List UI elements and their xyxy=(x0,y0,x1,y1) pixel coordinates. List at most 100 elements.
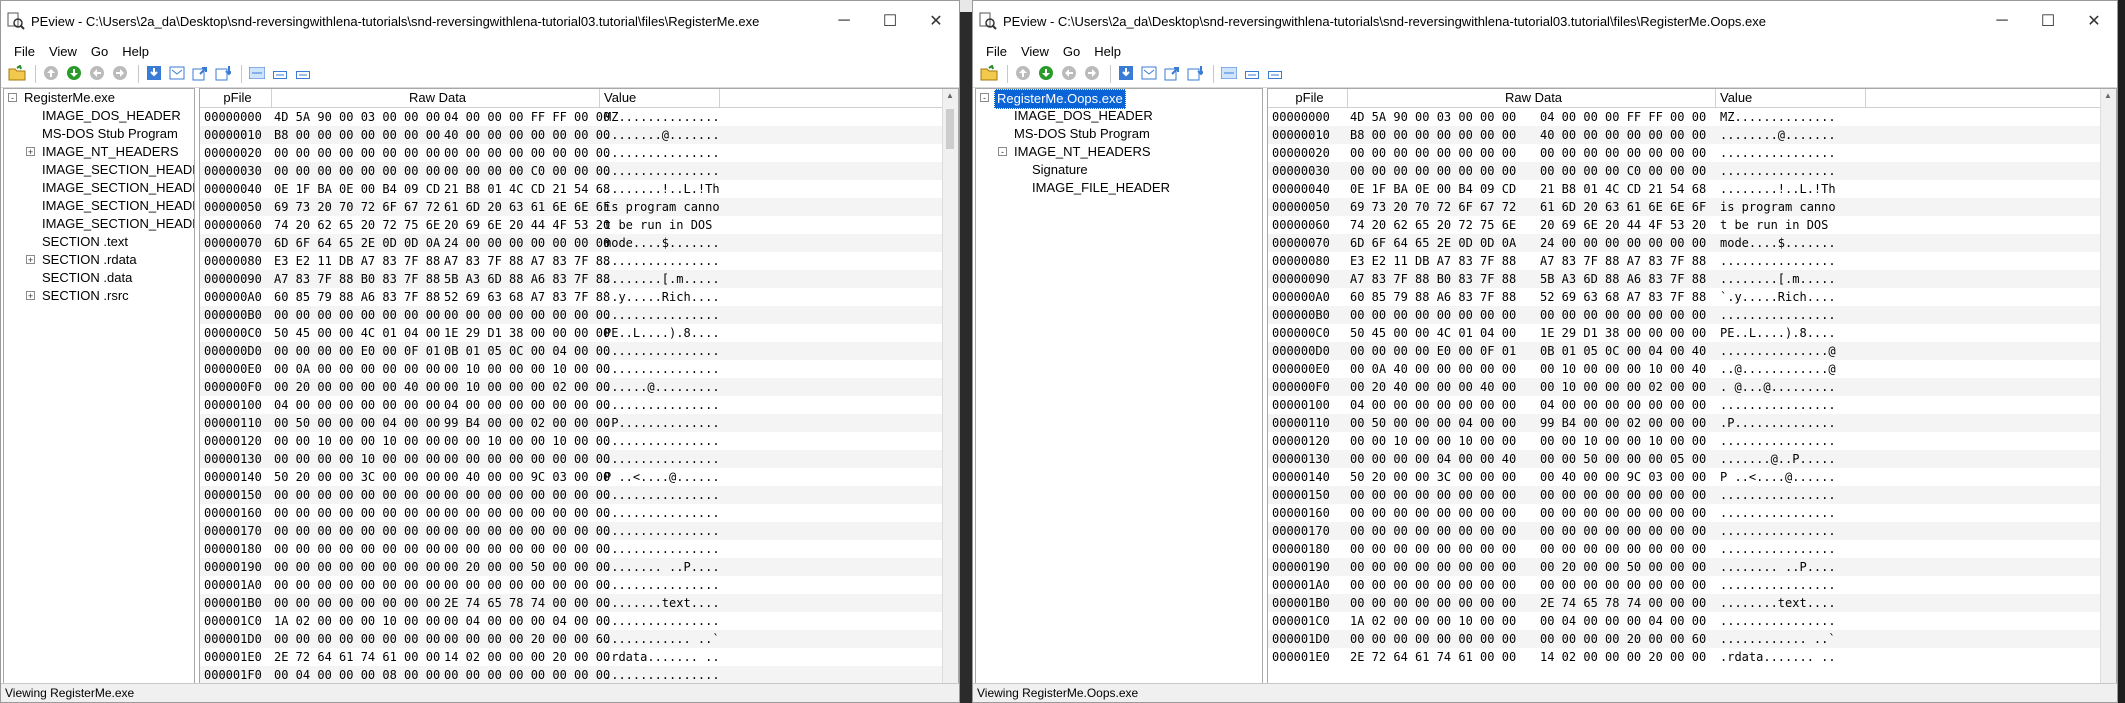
hex-row[interactable]: 00000120 00 00 10 00 00 10 00 00 00 00 10 … xyxy=(1268,432,2116,450)
col-raw-data[interactable]: Raw Data xyxy=(1348,89,1716,107)
hex-row[interactable]: 00000160 00 00 00 00 00 00 00 00 00 00 00 … xyxy=(1268,504,2116,522)
hex-row[interactable]: 00000100 04 00 00 00 00 00 00 00 04 00 00 … xyxy=(1268,396,2116,414)
hex-row[interactable]: 00000040 0E 1F BA 0E 00 B4 09 CD 21 B8 01 … xyxy=(200,180,958,198)
title-bar[interactable]: PEview - C:\Users\2a_da\Desktop\snd-reve… xyxy=(973,1,2117,41)
tree-item[interactable]: MS-DOS Stub Program xyxy=(4,125,194,143)
maximize-button[interactable]: ☐ xyxy=(867,1,913,41)
save-button[interactable] xyxy=(1116,64,1136,84)
up-button[interactable] xyxy=(1013,64,1033,84)
list-view-button[interactable] xyxy=(247,64,267,84)
forward-button[interactable] xyxy=(1082,64,1102,84)
hex-row[interactable]: 00000110 00 50 00 00 00 04 00 00 99 B4 00 … xyxy=(1268,414,2116,432)
hex-row[interactable]: 000000E0 00 0A 40 00 00 00 00 00 00 10 00 … xyxy=(1268,360,2116,378)
hex-row[interactable]: 00000180 00 00 00 00 00 00 00 00 00 00 00 … xyxy=(200,540,958,558)
tree-item[interactable]: + SECTION .rdata xyxy=(4,251,194,269)
hex-row[interactable]: 00000140 50 20 00 00 3C 00 00 00 00 40 00 … xyxy=(1268,468,2116,486)
menu-file[interactable]: File xyxy=(7,44,42,59)
hex-row[interactable]: 00000030 00 00 00 00 00 00 00 00 00 00 00 … xyxy=(1268,162,2116,180)
tree-item[interactable]: IMAGE_DOS_HEADER xyxy=(4,107,194,125)
hex-grid[interactable]: pFile Raw Data Value 00000000 4D 5A 90 00… xyxy=(1267,88,2117,702)
hex-row[interactable]: 000000B0 00 00 00 00 00 00 00 00 00 00 00 … xyxy=(200,306,958,324)
hex-row[interactable]: 00000020 00 00 00 00 00 00 00 00 00 00 00 … xyxy=(1268,144,2116,162)
down-button[interactable] xyxy=(64,64,84,84)
grid-vertical-scrollbar[interactable]: ▲ xyxy=(942,89,958,701)
tree-view[interactable]: - RegisterMe.Oops.exe IMAGE_DOS_HEADER MS-D… xyxy=(975,88,1263,702)
word-view-button[interactable] xyxy=(293,64,313,84)
hex-row[interactable]: 000001A0 00 00 00 00 00 00 00 00 00 00 00 … xyxy=(1268,576,2116,594)
collapse-icon[interactable]: - xyxy=(8,93,17,103)
hex-row[interactable]: 00000130 00 00 00 00 10 00 00 00 00 00 00 … xyxy=(200,450,958,468)
menu-go[interactable]: Go xyxy=(1056,44,1087,59)
tree-item[interactable]: IMAGE_SECTION_HEADER .data xyxy=(4,197,194,215)
open-button[interactable] xyxy=(979,63,999,84)
hex-row[interactable]: 00000090 A7 83 7F 88 B0 83 7F 88 5B A3 6D … xyxy=(200,270,958,288)
hex-row[interactable]: 00000070 6D 6F 64 65 2E 0D 0D 0A 24 00 00 … xyxy=(200,234,958,252)
tree-item[interactable]: - IMAGE_NT_HEADERS xyxy=(976,143,1262,161)
hex-row[interactable]: 000000D0 00 00 00 00 E0 00 0F 01 0B 01 05 … xyxy=(200,342,958,360)
byte-view-button[interactable] xyxy=(1242,64,1262,84)
hex-row[interactable]: 00000050 69 73 20 70 72 6F 67 72 61 6D 20 … xyxy=(1268,198,2116,216)
hex-row[interactable]: 00000100 04 00 00 00 00 00 00 00 04 00 00 … xyxy=(200,396,958,414)
tree-item[interactable]: - RegisterMe.Oops.exe xyxy=(976,89,1262,109)
hex-row[interactable]: 00000110 00 50 00 00 00 04 00 00 99 B4 00 … xyxy=(200,414,958,432)
word-view-button[interactable] xyxy=(1265,64,1285,84)
tree-item[interactable]: Signature xyxy=(976,161,1262,179)
expand-icon[interactable]: + xyxy=(26,255,35,265)
down-button[interactable] xyxy=(1036,64,1056,84)
hex-row[interactable]: 000000A0 60 85 79 88 A6 83 7F 88 52 69 63 … xyxy=(1268,288,2116,306)
hex-row[interactable]: 000000F0 00 20 00 00 00 00 40 00 00 10 00 … xyxy=(200,378,958,396)
open-button[interactable] xyxy=(7,63,27,84)
hex-row[interactable]: 000001E0 2E 72 64 61 74 61 00 00 14 02 00 … xyxy=(200,648,958,666)
hex-row[interactable]: 000000B0 00 00 00 00 00 00 00 00 00 00 00 … xyxy=(1268,306,2116,324)
hex-row[interactable]: 00000150 00 00 00 00 00 00 00 00 00 00 00 … xyxy=(1268,486,2116,504)
import-button[interactable] xyxy=(1185,64,1205,84)
col-pfile[interactable]: pFile xyxy=(200,89,272,107)
col-raw-data[interactable]: Raw Data xyxy=(272,89,600,107)
hex-row[interactable]: 00000180 00 00 00 00 00 00 00 00 00 00 00 … xyxy=(1268,540,2116,558)
hex-row[interactable]: 000001B0 00 00 00 00 00 00 00 00 2E 74 65 … xyxy=(200,594,958,612)
hex-row[interactable]: 000001E0 2E 72 64 61 74 61 00 00 14 02 00 … xyxy=(1268,648,2116,666)
back-button[interactable] xyxy=(1059,64,1079,84)
scroll-thumb[interactable] xyxy=(946,109,954,149)
menu-help[interactable]: Help xyxy=(1087,44,1128,59)
hex-row[interactable]: 000001B0 00 00 00 00 00 00 00 00 2E 74 65 … xyxy=(1268,594,2116,612)
hex-row[interactable]: 00000170 00 00 00 00 00 00 00 00 00 00 00 … xyxy=(1268,522,2116,540)
view-button[interactable] xyxy=(167,64,187,84)
collapse-icon[interactable]: - xyxy=(998,147,1007,157)
close-button[interactable]: ✕ xyxy=(2071,1,2117,41)
hex-row[interactable]: 00000050 69 73 20 70 72 6F 67 72 61 6D 20 … xyxy=(200,198,958,216)
tree-item[interactable]: MS-DOS Stub Program xyxy=(976,125,1262,143)
tree-item[interactable]: - RegisterMe.exe xyxy=(4,89,194,107)
collapse-icon[interactable]: - xyxy=(980,93,989,103)
hex-row[interactable]: 00000070 6D 6F 64 65 2E 0D 0D 0A 24 00 00 … xyxy=(1268,234,2116,252)
tree-item[interactable]: IMAGE_SECTION_HEADER .rdata xyxy=(4,179,194,197)
tree-item[interactable]: SECTION .text xyxy=(4,233,194,251)
hex-row[interactable]: 000000F0 00 20 40 00 00 00 40 00 00 10 00 … xyxy=(1268,378,2116,396)
col-value[interactable]: Value xyxy=(1716,89,1866,107)
tree-item[interactable]: + SECTION .rsrc xyxy=(4,287,194,305)
hex-row[interactable]: 000001A0 00 00 00 00 00 00 00 00 00 00 00 … xyxy=(200,576,958,594)
hex-row[interactable]: 000000C0 50 45 00 00 4C 01 04 00 1E 29 D1 … xyxy=(1268,324,2116,342)
close-button[interactable]: ✕ xyxy=(913,1,959,41)
hex-row[interactable]: 00000150 00 00 00 00 00 00 00 00 00 00 00 … xyxy=(200,486,958,504)
hex-row[interactable]: 00000010 B8 00 00 00 00 00 00 00 40 00 00 … xyxy=(200,126,958,144)
grid-vertical-scrollbar[interactable]: ▲ ▼ xyxy=(2100,89,2116,701)
hex-row[interactable]: 00000040 0E 1F BA 0E 00 B4 09 CD 21 B8 01 … xyxy=(1268,180,2116,198)
hex-row[interactable]: 000001C0 1A 02 00 00 00 10 00 00 00 04 00 … xyxy=(1268,612,2116,630)
menu-help[interactable]: Help xyxy=(115,44,156,59)
hex-row[interactable]: 00000170 00 00 00 00 00 00 00 00 00 00 00 … xyxy=(200,522,958,540)
tree-item[interactable]: IMAGE_SECTION_HEADER .rsrc xyxy=(4,215,194,233)
hex-row[interactable]: 00000000 4D 5A 90 00 03 00 00 00 04 00 00 … xyxy=(1268,108,2116,126)
hex-row[interactable]: 00000120 00 00 10 00 00 10 00 00 00 00 10 … xyxy=(200,432,958,450)
hex-grid[interactable]: pFile Raw Data Value 00000000 4D 5A 90 00… xyxy=(199,88,959,702)
hex-row[interactable]: 000000A0 60 85 79 88 A6 83 7F 88 52 69 63 … xyxy=(200,288,958,306)
hex-row[interactable]: 00000060 74 20 62 65 20 72 75 6E 20 69 6E … xyxy=(1268,216,2116,234)
hex-row[interactable]: 000001D0 00 00 00 00 00 00 00 00 00 00 00 … xyxy=(1268,630,2116,648)
menu-view[interactable]: View xyxy=(42,44,84,59)
view-button[interactable] xyxy=(1139,64,1159,84)
hex-row[interactable]: 00000160 00 00 00 00 00 00 00 00 00 00 00 … xyxy=(200,504,958,522)
minimize-button[interactable]: ─ xyxy=(821,1,867,41)
hex-row[interactable]: 00000140 50 20 00 00 3C 00 00 00 00 40 00 … xyxy=(200,468,958,486)
menu-view[interactable]: View xyxy=(1014,44,1056,59)
peview-window-registerme[interactable]: PEview - C:\Users\2a_da\Desktop\snd-reve… xyxy=(0,0,960,703)
